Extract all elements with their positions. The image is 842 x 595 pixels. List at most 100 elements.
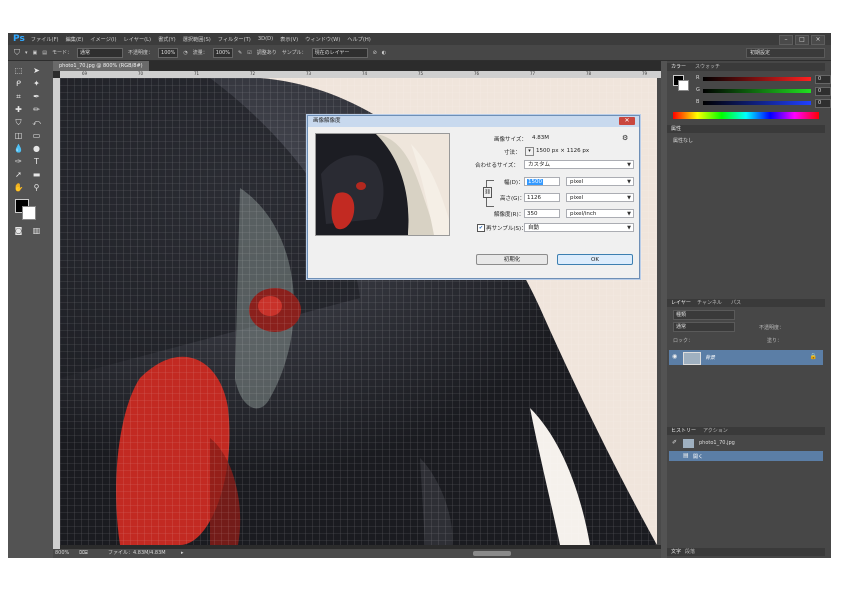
quick-select-tool-icon[interactable]: ✦	[30, 78, 43, 89]
healing-brush-tool-icon[interactable]: ✚	[12, 104, 25, 115]
clone-source-icon[interactable]: ▤	[42, 50, 47, 56]
tab-swatches[interactable]: スウォッチ	[695, 63, 720, 71]
app-logo: Ps	[13, 34, 25, 44]
menu-window[interactable]: ウィンドウ(W)	[305, 36, 340, 43]
zoom-level[interactable]: 800%	[55, 549, 69, 558]
visibility-eye-icon[interactable]: ◉	[672, 353, 677, 360]
menu-layer[interactable]: レイヤー(L)	[124, 36, 152, 43]
pressure-opacity-icon[interactable]: ◔	[183, 50, 187, 56]
brush-preset-icon[interactable]: ▾	[25, 50, 28, 56]
sample-select[interactable]: 現在のレイヤー	[311, 47, 368, 58]
menu-filter[interactable]: フィルター(T)	[218, 36, 251, 43]
blend-mode-select[interactable]: 通常	[673, 322, 735, 332]
mode-select[interactable]: 通常	[77, 47, 123, 58]
history-brush-tool-icon[interactable]: ⤺	[30, 117, 43, 128]
constrain-link-icon[interactable]: ⛓	[483, 187, 492, 198]
green-label: G	[696, 87, 700, 93]
layer-name[interactable]: 背景	[705, 354, 715, 361]
flow-input[interactable]: 100%	[212, 47, 233, 58]
crop-tool-icon[interactable]: ⌗	[12, 91, 25, 102]
path-select-tool-icon[interactable]: ➚	[12, 169, 25, 180]
resolution-input[interactable]: 350	[524, 209, 560, 218]
blue-slider[interactable]	[703, 101, 811, 105]
lasso-tool-icon[interactable]: ᑭ	[12, 78, 25, 89]
width-unit-select[interactable]: pixel ▼	[566, 177, 634, 186]
height-input[interactable]: 1126	[524, 193, 560, 202]
eraser-tool-icon[interactable]: ◫	[12, 130, 25, 141]
layer-filter-select[interactable]: 種類	[673, 310, 735, 320]
resample-checkbox[interactable]: ✔	[477, 224, 485, 232]
clone-stamp-icon[interactable]: ⛉	[14, 48, 20, 58]
height-unit-select[interactable]: pixel ▼	[566, 193, 634, 202]
dialog-preview[interactable]	[315, 133, 450, 236]
status-menu-arrow-icon[interactable]: ▸	[181, 549, 184, 558]
red-value[interactable]: 0	[815, 75, 831, 84]
menu-type[interactable]: 書式(Y)	[158, 36, 176, 43]
background-color-swatch[interactable]	[22, 206, 36, 220]
tab-character[interactable]: 文字	[671, 548, 681, 556]
screen-mode-icon[interactable]: ▥	[30, 225, 43, 236]
layer-row-background[interactable]: ◉ 背景 🔒	[669, 350, 823, 365]
opacity-input[interactable]: 100%	[158, 47, 179, 58]
gradient-tool-icon[interactable]: ▭	[30, 130, 43, 141]
menu-help[interactable]: ヘルプ(H)	[347, 36, 371, 43]
red-slider[interactable]	[703, 77, 811, 81]
tab-channels[interactable]: チャンネル	[697, 299, 722, 307]
zoom-tool-icon[interactable]: ⚲	[30, 182, 43, 193]
marquee-tool-icon[interactable]: ⬚	[12, 65, 25, 76]
blur-tool-icon[interactable]: 💧	[12, 143, 25, 154]
vertical-scrollbar[interactable]	[657, 78, 661, 545]
panel-background-swatch[interactable]	[678, 80, 689, 91]
type-tool-icon[interactable]: T	[30, 156, 43, 167]
menu-edit[interactable]: 編集(E)	[66, 36, 84, 43]
tab-paths[interactable]: パス	[731, 299, 741, 307]
tab-layers[interactable]: レイヤー	[671, 299, 691, 307]
width-value: 1500	[527, 179, 543, 185]
dodge-tool-icon[interactable]: ●	[30, 143, 43, 154]
resolution-unit-select[interactable]: pixel/inch ▼	[566, 209, 634, 218]
menu-view[interactable]: 表示(V)	[280, 36, 298, 43]
menu-select[interactable]: 選択範囲(S)	[183, 36, 211, 43]
menu-file[interactable]: ファイル(F)	[31, 36, 59, 43]
clone-stamp-tool-icon[interactable]: ⛉	[12, 117, 25, 128]
hand-tool-icon[interactable]: ✋	[12, 182, 25, 193]
workspace-select[interactable]: 初期設定	[746, 48, 825, 58]
fit-to-select[interactable]: カスタム ▼	[524, 160, 634, 169]
pressure-size-icon[interactable]: ◐	[382, 50, 386, 56]
close-button[interactable]: ×	[811, 35, 825, 45]
history-snapshot-row[interactable]: ✐ photo1_70.jpg	[669, 438, 823, 449]
tab-history[interactable]: ヒストリー	[671, 427, 696, 435]
blue-value[interactable]: 0	[815, 99, 831, 108]
green-slider[interactable]	[703, 89, 811, 93]
tab-properties[interactable]: 属性	[671, 125, 681, 133]
resample-select[interactable]: 自動 ▼	[524, 223, 634, 232]
tab-paragraph[interactable]: 段落	[685, 548, 695, 556]
minimize-button[interactable]: –	[779, 35, 793, 45]
history-state-row[interactable]: ▤ 開く	[669, 451, 823, 461]
horizontal-scrollbar-thumb[interactable]	[473, 551, 511, 556]
airbrush-icon[interactable]: ✎	[238, 50, 242, 56]
gear-icon[interactable]: ⚙	[622, 134, 628, 142]
pen-tool-icon[interactable]: ✑	[12, 156, 25, 167]
green-value[interactable]: 0	[815, 87, 831, 96]
dimensions-dropdown-icon[interactable]: ▾	[525, 147, 534, 156]
brush-tool-icon[interactable]: ✏	[30, 104, 43, 115]
aligned-checkbox[interactable]: ☑	[247, 50, 251, 56]
dialog-close-button[interactable]: ✕	[619, 117, 635, 125]
menu-image[interactable]: イメージ(I)	[90, 36, 116, 43]
maximize-button[interactable]: □	[795, 35, 809, 45]
tab-color[interactable]: カラー	[671, 63, 686, 71]
rectangle-tool-icon[interactable]: ▬	[30, 169, 43, 180]
menu-3d[interactable]: 3D(D)	[258, 36, 273, 42]
color-spectrum-bar[interactable]	[673, 112, 819, 119]
brush-panel-icon[interactable]: ▣	[33, 50, 38, 56]
ignore-adjustment-icon[interactable]: ⊘	[373, 50, 377, 56]
document-tab[interactable]: photo1_70.jpg @ 800% (RGB/8#)	[53, 61, 149, 71]
reset-button[interactable]: 初期化	[476, 254, 548, 265]
quick-mask-icon[interactable]: ◙	[12, 225, 25, 236]
width-input[interactable]: 1500	[524, 177, 560, 186]
tab-actions[interactable]: アクション	[703, 427, 728, 435]
ok-button[interactable]: OK	[557, 254, 633, 265]
eyedropper-tool-icon[interactable]: ✒	[30, 91, 43, 102]
move-tool-icon[interactable]: ➤	[30, 65, 43, 76]
